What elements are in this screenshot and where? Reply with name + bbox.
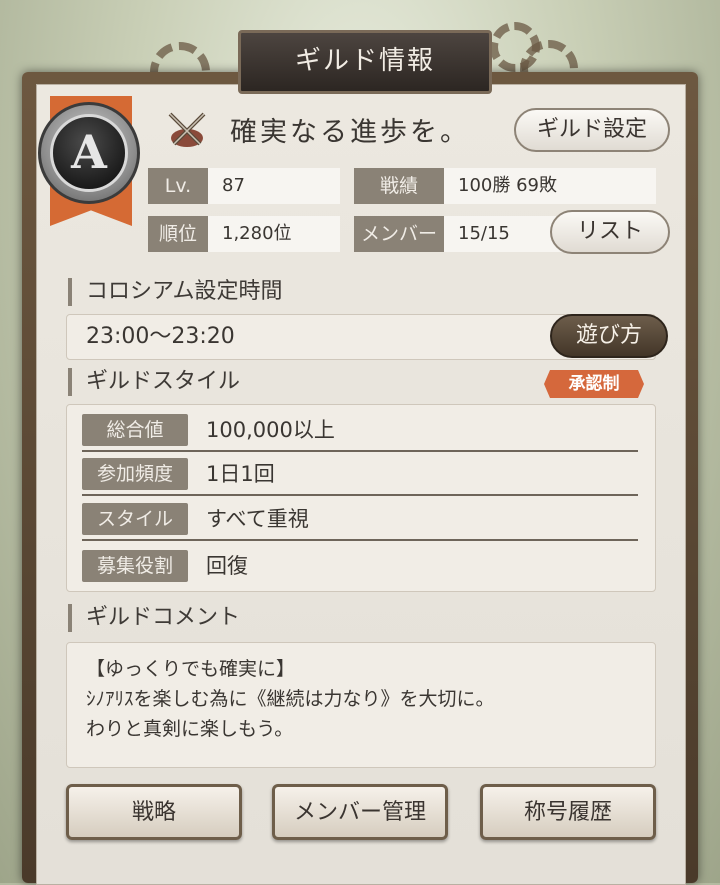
comment-section-title: ギルドコメント bbox=[68, 604, 240, 632]
style-row-label: スタイル bbox=[82, 503, 188, 535]
comment-line: 【ゆっくりでも確実に】 bbox=[86, 658, 296, 680]
guild-name: 確実なる進歩を。 bbox=[230, 117, 470, 148]
style-divider bbox=[82, 539, 638, 541]
style-divider bbox=[82, 494, 638, 496]
level-value: 87 bbox=[208, 168, 340, 204]
style-divider bbox=[82, 450, 638, 452]
ranking-value: 1,280位 bbox=[208, 216, 340, 252]
record-value: 100勝 69敗 bbox=[444, 168, 656, 204]
style-row-value: 100,000以上 bbox=[206, 418, 335, 442]
member-management-button[interactable]: メンバー管理 bbox=[272, 784, 448, 840]
guild-comment: 【ゆっくりでも確実に】 ｼﾉｱﾘｽを楽しむ為に《継続は力なり》を大切に。 わりと… bbox=[86, 654, 495, 744]
style-row-value: 回復 bbox=[206, 554, 248, 578]
ranking-label: 順位 bbox=[148, 216, 208, 252]
style-row-label: 参加頻度 bbox=[82, 458, 188, 490]
approval-badge: 承認制 bbox=[544, 370, 644, 398]
title-history-button[interactable]: 称号履歴 bbox=[480, 784, 656, 840]
style-section-title: ギルドスタイル bbox=[68, 368, 240, 396]
strategy-button[interactable]: 戦略 bbox=[66, 784, 242, 840]
crossed-swords-icon bbox=[168, 112, 206, 147]
style-row-value: 1日1回 bbox=[206, 462, 275, 486]
members-label: メンバー bbox=[354, 216, 444, 252]
comment-line: わりと真剣に楽しもう。 bbox=[86, 718, 294, 740]
level-label: Lv. bbox=[148, 168, 208, 204]
member-list-button[interactable]: リスト bbox=[550, 210, 670, 254]
comment-line: ｼﾉｱﾘｽを楽しむ為に《継続は力なり》を大切に。 bbox=[86, 688, 495, 710]
rank-letter: A bbox=[50, 114, 128, 192]
record-label: 戦績 bbox=[354, 168, 444, 204]
guild-settings-button[interactable]: ギルド設定 bbox=[514, 108, 670, 152]
style-row-label: 募集役割 bbox=[82, 550, 188, 582]
colosseum-section-title: コロシアム設定時間 bbox=[68, 278, 282, 306]
colosseum-time: 23:00〜23:20 bbox=[86, 324, 235, 349]
howto-button[interactable]: 遊び方 bbox=[550, 314, 668, 358]
style-row-value: すべて重視 bbox=[206, 507, 309, 531]
page-title: ギルド情報 bbox=[238, 30, 492, 94]
style-row-label: 総合値 bbox=[82, 414, 188, 446]
